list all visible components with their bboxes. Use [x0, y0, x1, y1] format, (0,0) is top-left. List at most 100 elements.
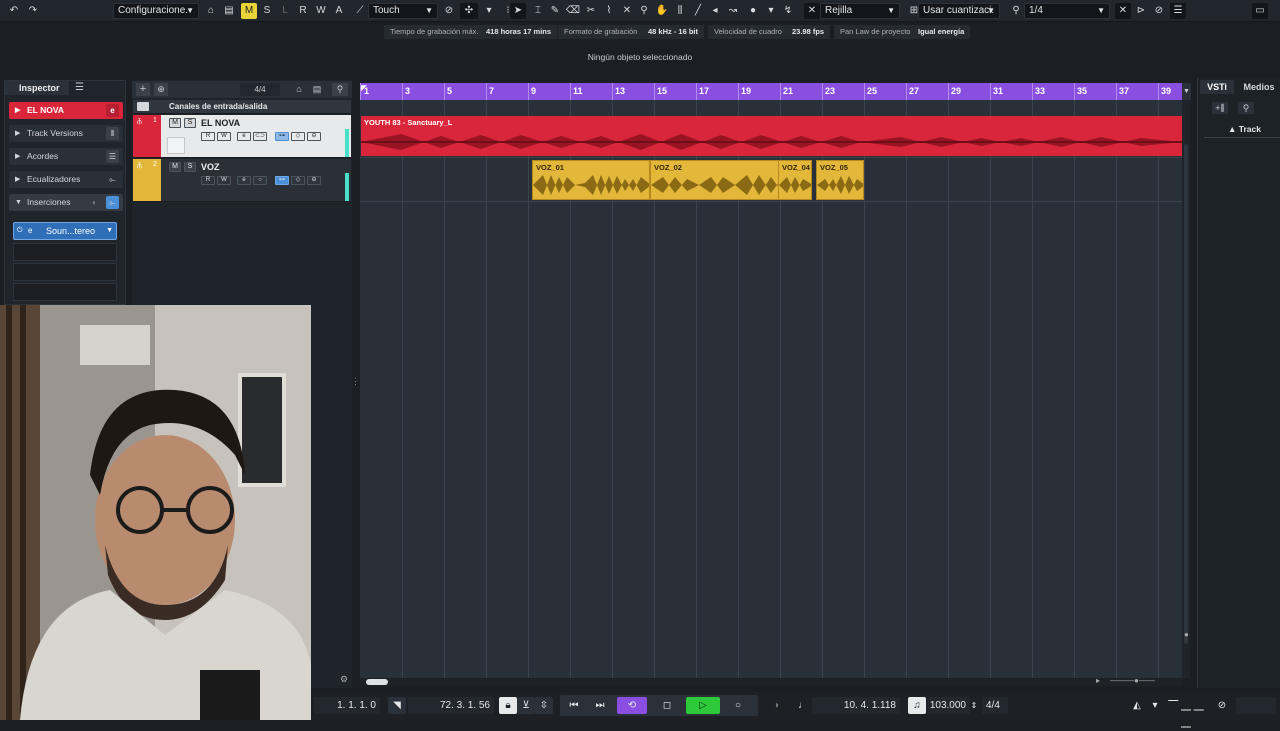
snap-icon[interactable]: ✕ [804, 3, 820, 19]
solo-button[interactable]: S [184, 162, 196, 172]
rightzone-search-icon[interactable]: ⚲ [1238, 102, 1254, 114]
eq-bypass-icon[interactable]: ⟜ [106, 173, 119, 186]
monitor-button[interactable]: ⊂⊃ [253, 132, 267, 141]
go-to-end-icon[interactable]: ⏭ [591, 697, 609, 714]
quantize-reset-icon[interactable]: ⊘ [1151, 3, 1167, 19]
splitter-handle-icon[interactable]: ⋮ [351, 376, 360, 392]
voz-event[interactable]: VOZ_05 [816, 160, 864, 200]
iterative-quantize-icon[interactable]: ✕ [1115, 3, 1131, 19]
record-button[interactable]: ○ [729, 697, 747, 714]
quantize-apply-icon[interactable]: ⊳ [1133, 3, 1149, 19]
lock-button[interactable]: ⊖ [307, 176, 321, 185]
add-track-icon[interactable]: + [136, 83, 150, 96]
speaker-tool-icon[interactable]: ◂ [707, 3, 723, 19]
voz-event[interactable]: VOZ_01 [532, 160, 650, 200]
horizontal-scrollbar[interactable]: ▸ ———●—— [360, 676, 1182, 686]
lanes-button[interactable]: ⊶ [275, 176, 289, 185]
automation-mode-button[interactable]: A [331, 3, 347, 19]
click-chevron-icon[interactable]: ▾ [1146, 697, 1164, 714]
add-track-menu-icon[interactable]: ⊕ [154, 83, 168, 96]
go-to-start-icon[interactable]: ⏮ [565, 697, 583, 714]
mute-tool-icon[interactable]: ✕ [619, 3, 635, 19]
add-instrument-icon[interactable]: +⫼ [1212, 102, 1228, 114]
tab-media[interactable]: Medios [1238, 80, 1280, 94]
write-mode-button[interactable]: W [313, 3, 329, 19]
read-automation-button[interactable]: R [201, 176, 215, 185]
click-icon[interactable]: ◭ [1128, 697, 1146, 714]
insert-slot-4[interactable] [13, 283, 117, 301]
horizontal-scroll-thumb[interactable] [366, 679, 388, 685]
marker-icon[interactable]: ⇳ [535, 697, 553, 714]
solo-button[interactable]: S [184, 118, 196, 128]
pan-law-value-box[interactable]: Igual energía [912, 25, 971, 39]
configuration-dropdown[interactable]: Configuracione. ▼ [113, 3, 199, 19]
write-automation-button[interactable]: W [217, 132, 231, 141]
quantize-mode-dropdown[interactable]: Usar cuantizaci. ▼ [918, 3, 1000, 19]
inspector-section-chords[interactable]: ▶ Acordes ☰ [9, 148, 123, 165]
folder-track[interactable]: Canales de entrada/salida [133, 100, 351, 114]
tempo-field[interactable]: 103.000 [928, 697, 970, 714]
redo-icon[interactable]: ↷ [25, 3, 41, 19]
locator-icon[interactable]: ◥ [388, 697, 406, 714]
project-window-event-display[interactable]: YOUTH 83 - Sanctuary_L VOZ_01 VOZ_02 VOZ… [360, 100, 1182, 678]
metronome-note-icon[interactable]: ♩ [794, 697, 812, 714]
zoom-tool-icon[interactable]: ⚲ [636, 3, 652, 19]
settings-gear-icon[interactable]: ⚙ [340, 674, 348, 685]
right-locator-field[interactable]: 72. 3. 1. 56 [408, 697, 494, 714]
erase-tool-icon[interactable]: ⌫ [565, 3, 581, 19]
track-visibility-icon[interactable]: ▤ [310, 83, 324, 96]
lanes-button[interactable]: ⊶ [275, 132, 289, 141]
autoscroll-icon[interactable]: ↯ [780, 3, 796, 19]
mute-button[interactable]: M [169, 162, 181, 172]
click-level-meter[interactable]: ⎺ ⎽ ⎽ ⎽ [1164, 697, 1208, 728]
ruler-menu-chevron-icon[interactable]: ▼ [1182, 83, 1191, 100]
play-button[interactable]: ▷ [686, 697, 720, 714]
quantize-search-icon[interactable]: ⚲ [1008, 3, 1024, 19]
track-section-header[interactable]: ▲ Track [1228, 124, 1261, 134]
track-name[interactable]: VOZ [201, 162, 220, 172]
sync-icon[interactable]: ⊘ [1213, 697, 1231, 714]
cycle-button[interactable]: ⟲ [617, 697, 647, 714]
position-display[interactable]: 10. 4. 1.118 [812, 697, 900, 714]
insert-edit-icon[interactable]: e [28, 223, 32, 239]
hand-tool-icon[interactable]: ✋ [654, 3, 670, 19]
inspector-menu-icon[interactable]: ☰ [75, 82, 84, 93]
edit-channel-icon[interactable]: e [106, 104, 119, 117]
monitor-button[interactable]: ○ [253, 176, 267, 185]
grid-type-dropdown[interactable]: Rejilla ▼ [820, 3, 900, 19]
transport-extra-field[interactable] [1236, 697, 1276, 714]
mute-mode-button[interactable]: M [241, 3, 257, 19]
punch-icon[interactable]: ⊻ [517, 697, 535, 714]
insert-slot-3[interactable] [13, 263, 117, 281]
tool-modes-icon[interactable]: ✣ [460, 3, 478, 19]
signature-display[interactable]: 4/4 [240, 83, 280, 96]
voz-event[interactable]: VOZ_04 [778, 160, 812, 200]
track-picture-slot[interactable] [167, 137, 185, 154]
window-layout-icon[interactable]: ▭ [1252, 3, 1268, 19]
time-signature-field[interactable]: 4/4 [982, 697, 1008, 714]
edit-channel-button[interactable]: e [237, 132, 251, 141]
draw-tool-icon[interactable]: ✎ [547, 3, 563, 19]
tab-vsti[interactable]: VSTi [1200, 80, 1234, 94]
suspend-icon[interactable]: ⊘ [441, 3, 457, 19]
mute-button[interactable]: M [169, 118, 181, 128]
pointer-tool-icon[interactable]: ➤ [510, 3, 526, 19]
read-mode-button[interactable]: R [295, 3, 311, 19]
rec-format-value-box[interactable]: 48 kHz - 16 bit [642, 25, 705, 39]
autopunch-icon[interactable]: ◑ [767, 697, 785, 714]
range-tool-icon[interactable]: ⌶ [530, 3, 546, 19]
timewarp-tool-icon[interactable]: ↝ [725, 3, 741, 19]
layout-icon[interactable]: ⌂ [203, 3, 219, 19]
frame-rate-value-box[interactable]: 23.98 fps [786, 25, 831, 39]
track-row[interactable]: ⫚ 1 M S EL NOVA R W e ⊂⊃ ⊶ ◇ ⊖ [133, 115, 351, 158]
inspector-section-track-versions[interactable]: ▶ Track Versions ⫴ [9, 125, 123, 142]
inspector-section-eq[interactable]: ▶ Ecualizadores ⟜ [9, 171, 123, 188]
edit-channel-button[interactable]: e [237, 176, 251, 185]
split-tool-icon[interactable]: ✂ [583, 3, 599, 19]
inserts-bypass-icon[interactable]: ◐ [88, 196, 101, 209]
color-icon[interactable]: ● [745, 3, 761, 19]
track-name[interactable]: EL NOVA [201, 118, 240, 128]
timebase-button[interactable]: ◇ [291, 132, 305, 141]
timebase-button[interactable]: ◇ [291, 176, 305, 185]
read-automation-button[interactable]: R [201, 132, 215, 141]
